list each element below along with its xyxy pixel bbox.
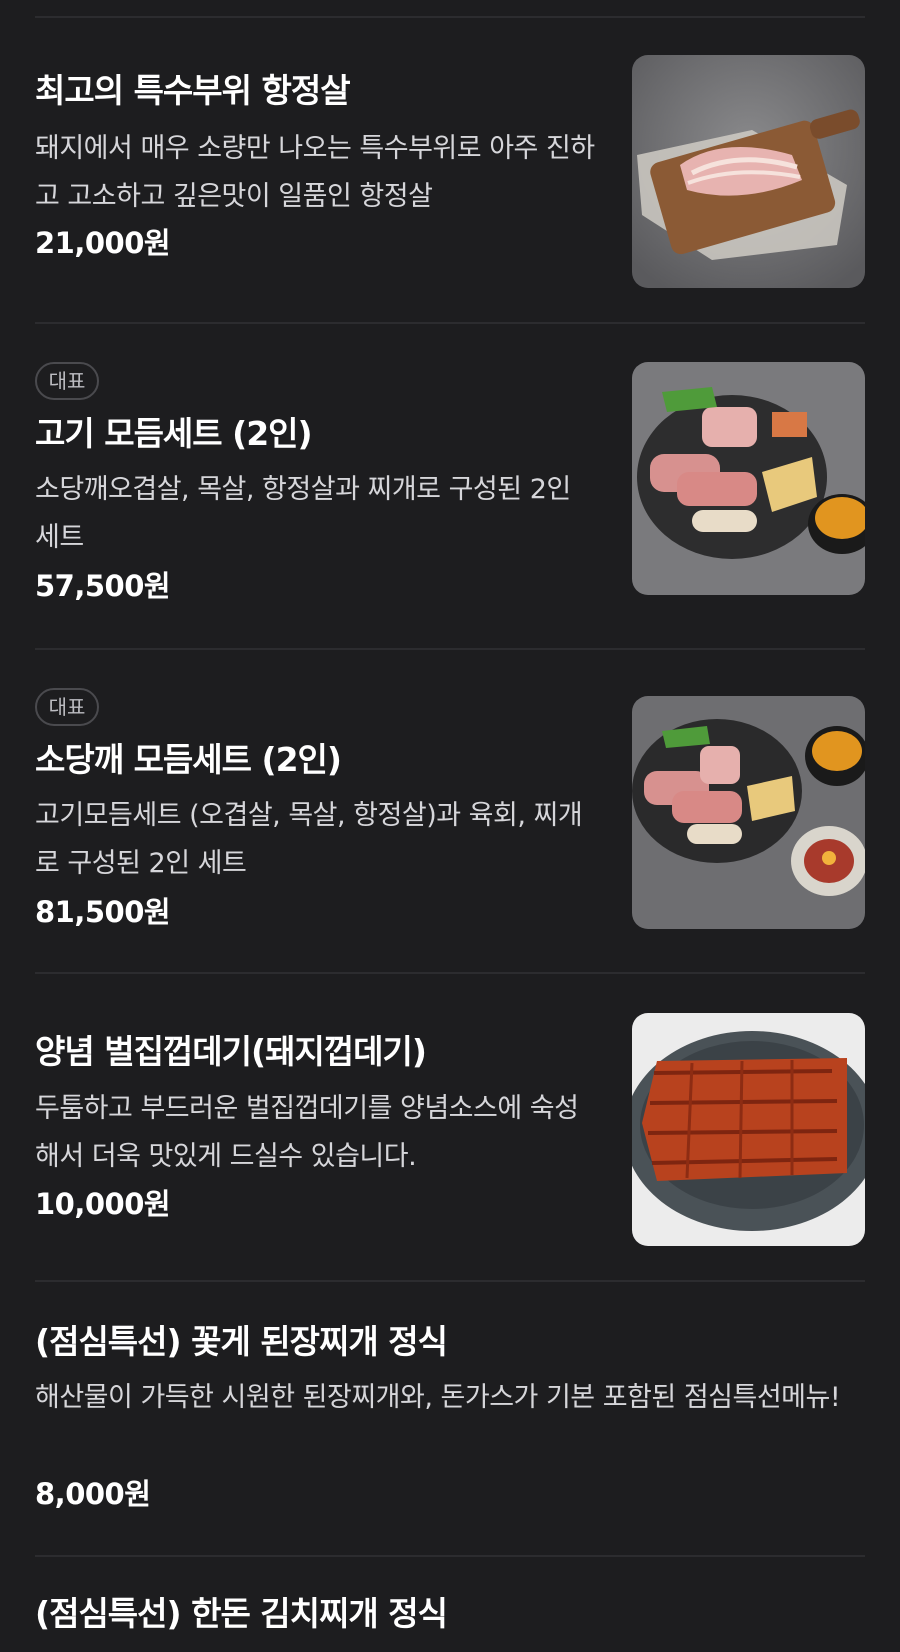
menu-item-description: 해산물이 가득한 시원한 된장찌개와, 돈가스가 기본 포함된 점심특선메뉴! [35, 1382, 841, 1413]
menu-item-title: 양념 벌집껍데기(돼지껍데기) [35, 1032, 427, 1071]
menu-item-description: 고기모듬세트 (오겹살, 목살, 항정살)과 육회, 찌개로 구성된 2인 세트 [35, 800, 583, 879]
signature-badge: 대표 [35, 688, 99, 726]
menu-item-description: 두툼하고 부드러운 벌집껍데기를 양념소스에 숙성해서 더욱 맛있게 드실수 있… [35, 1093, 579, 1172]
menu-item-price: 81,500원 [35, 895, 171, 929]
menu-item-title: 고기 모듬세트 (2인) [35, 414, 313, 453]
divider [35, 322, 865, 324]
menu-item-title: (점심특선) 한돈 김치찌개 정식 [35, 1594, 448, 1633]
menu-item-meat-set-2p[interactable]: 대표 고기 모듬세트 (2인) 소당깨오겹살, 목살, 항정살과 찌개로 구성된… [35, 360, 865, 610]
divider [35, 972, 865, 974]
divider [35, 648, 865, 650]
menu-item-price: 57,500원 [35, 569, 171, 603]
menu-item-seasoned-pork-skin[interactable]: 양념 벌집껍데기(돼지껍데기) 두툼하고 부드러운 벌집껍데기를 양념소스에 숙… [35, 1010, 865, 1260]
divider [35, 1280, 865, 1282]
menu-item-title: 최고의 특수부위 항정살 [35, 71, 351, 110]
menu-item-description: 소당깨오겹살, 목살, 항정살과 찌개로 구성된 2인 세트 [35, 474, 571, 553]
signature-badge: 대표 [35, 362, 99, 400]
menu-item-lunch-crab-doenjang[interactable]: (점심특선) 꽃게 된장찌개 정식 해산물이 가득한 시원한 된장찌개와, 돈가… [35, 1318, 865, 1518]
menu-item-hangjeongsal[interactable]: 최고의 특수부위 항정살 돼지에서 매우 소량만 나오는 특수부위로 아주 진하… [35, 55, 865, 290]
menu-item-description: 돼지에서 매우 소량만 나오는 특수부위로 아주 진하고 고소하고 깊은맛이 일… [35, 133, 595, 212]
meat-platter-with-stew-photo[interactable] [632, 362, 865, 595]
menu-item-price: 8,000원 [35, 1477, 151, 1511]
divider [35, 16, 865, 18]
pork-jowl-on-board-photo[interactable] [632, 55, 865, 288]
menu-item-price: 10,000원 [35, 1187, 171, 1221]
divider [35, 1555, 865, 1557]
menu-list: 최고의 특수부위 항정살 돼지에서 매우 소량만 나오는 특수부위로 아주 진하… [0, 0, 900, 1633]
meat-platter-with-yukhoe-photo[interactable] [632, 696, 865, 929]
menu-item-price: 21,000원 [35, 226, 171, 260]
menu-item-lunch-kimchi-jjigae[interactable]: (점심특선) 한돈 김치찌개 정식 [35, 1592, 865, 1652]
menu-item-title: (점심특선) 꽃게 된장찌개 정식 [35, 1322, 448, 1361]
menu-item-title: 소당깨 모듬세트 (2인) [35, 740, 342, 779]
menu-item-sodangkkae-set-2p[interactable]: 대표 소당깨 모듬세트 (2인) 고기모듬세트 (오겹살, 목살, 항정살)과 … [35, 686, 865, 936]
seasoned-pork-skin-plate-photo[interactable] [632, 1013, 865, 1246]
